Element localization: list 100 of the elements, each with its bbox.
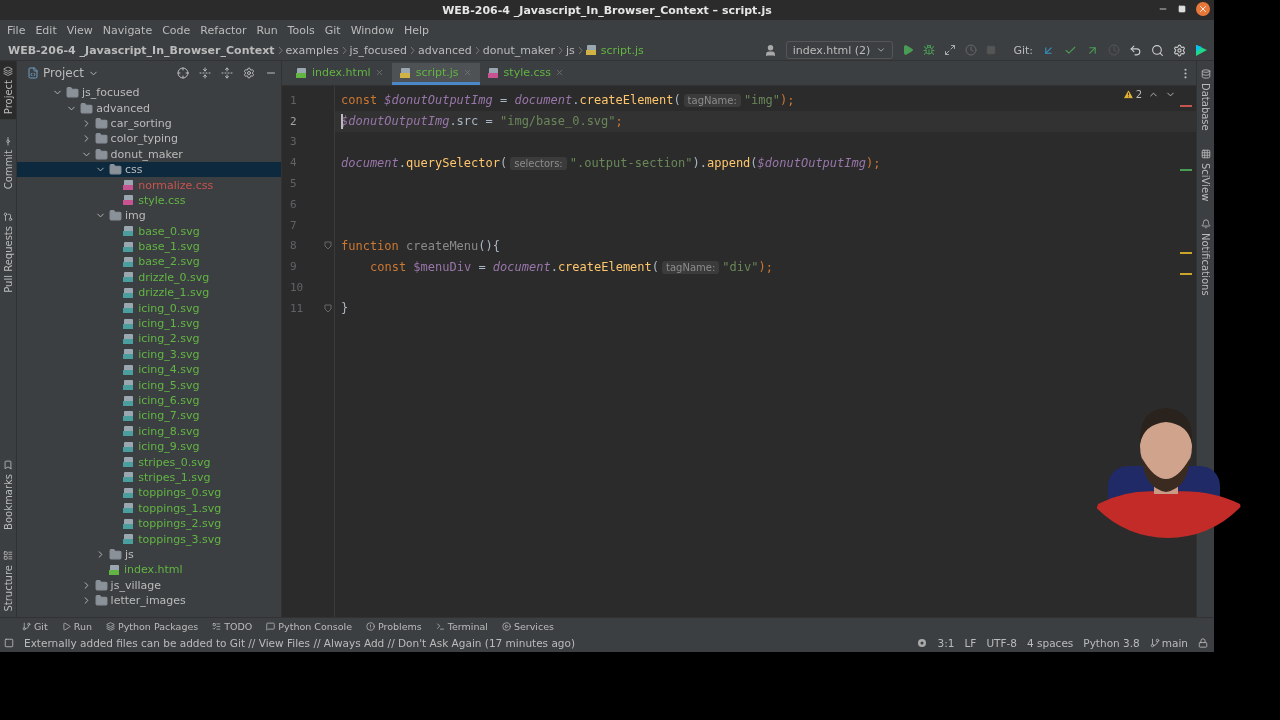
tree-item[interactable]: js_village	[17, 577, 281, 593]
menu-item[interactable]: Refactor	[195, 23, 252, 37]
tree-item[interactable]: css	[17, 161, 281, 178]
breadcrumb[interactable]: js_focused	[349, 43, 407, 57]
tool-window-tab[interactable]: Terminal	[435, 620, 488, 632]
fold-icon[interactable]	[324, 303, 332, 313]
chevron-down-icon[interactable]	[876, 45, 887, 55]
collapse-icon[interactable]	[199, 67, 211, 79]
tree-item[interactable]: icing_5.svg	[17, 377, 281, 393]
tree-item[interactable]: js_focused	[17, 85, 281, 101]
branch-widget[interactable]: main	[1149, 637, 1188, 649]
breadcrumb[interactable]: examples	[285, 43, 339, 57]
debug-icon[interactable]	[923, 44, 936, 56]
logo-icon[interactable]	[1195, 43, 1208, 57]
tool-window-tab[interactable]: Python Console	[266, 620, 352, 632]
tree-item[interactable]: car_sorting	[17, 115, 281, 132]
tree-item[interactable]: stripes_0.svg	[17, 454, 281, 470]
tree-item[interactable]: icing_0.svg	[17, 300, 281, 316]
settings-icon[interactable]	[243, 67, 255, 79]
rollback-icon[interactable]	[1129, 43, 1142, 57]
tool-window-tab[interactable]: Database	[1197, 65, 1214, 135]
gear-icon[interactable]	[915, 638, 928, 648]
tree-item[interactable]: icing_6.svg	[17, 392, 281, 409]
tool-window-tab[interactable]: Pull Requests	[0, 206, 16, 298]
menu-item[interactable]: Help	[399, 23, 435, 37]
tree-item[interactable]: js	[17, 546, 281, 563]
tree-item[interactable]: img	[17, 208, 281, 224]
menu-item[interactable]: Git	[319, 23, 346, 37]
fold-icon[interactable]	[324, 241, 332, 251]
tree-item[interactable]: donut_maker	[17, 146, 281, 162]
tool-window-tab[interactable]: Structure	[0, 546, 16, 617]
tool-window-tab[interactable]: Services	[501, 620, 554, 632]
tree-item[interactable]: toppings_1.svg	[17, 500, 281, 516]
breadcrumb[interactable]: script.js	[600, 43, 644, 57]
tree-item[interactable]: toppings_3.svg	[17, 531, 281, 547]
tree-item[interactable]: stripes_1.svg	[17, 469, 281, 486]
expand-icon[interactable]	[221, 67, 233, 79]
editor-tab[interactable]: index.html	[288, 63, 392, 85]
settings-icon[interactable]	[1173, 43, 1186, 57]
search-icon[interactable]	[1151, 43, 1164, 57]
status-item[interactable]: 4 spaces	[1027, 637, 1074, 649]
menu-item[interactable]: Navigate	[97, 23, 158, 37]
run-config-dropdown[interactable]: index.html (2)	[785, 41, 894, 59]
tree-item[interactable]: drizzle_0.svg	[17, 269, 281, 286]
tool-window-tab[interactable]: Notifications	[1197, 215, 1214, 300]
menu-item[interactable]: Edit	[30, 23, 62, 37]
editor-tab[interactable]: style.css	[479, 63, 572, 85]
notification-message[interactable]: Externally added files can be added to Git // View Files // Always Add // Don't Ask Again (17 minutes ago)	[24, 637, 906, 649]
run-icon[interactable]	[902, 44, 915, 56]
tree-item[interactable]: base_1.svg	[17, 238, 281, 255]
tree-item[interactable]: toppings_2.svg	[17, 515, 281, 532]
tool-window-tab[interactable]: Python Packages	[105, 620, 199, 632]
tree-item[interactable]: icing_4.svg	[17, 362, 281, 378]
tree-item[interactable]: color_typing	[17, 131, 281, 147]
lock-icon[interactable]	[1198, 638, 1208, 648]
breadcrumb[interactable]: js	[565, 43, 575, 57]
editor-tab[interactable]: script.js	[391, 63, 480, 85]
tree-item[interactable]: base_2.svg	[17, 254, 281, 270]
close-icon[interactable]	[374, 68, 384, 77]
tool-window-tab[interactable]: Problems	[366, 620, 422, 632]
tree-item[interactable]: base_0.svg	[17, 223, 281, 239]
tool-window-tab[interactable]: Git	[22, 620, 48, 632]
tree-item[interactable]: icing_3.svg	[17, 346, 281, 363]
tree-item[interactable]: icing_8.svg	[17, 423, 281, 439]
coverage-icon[interactable]	[944, 44, 957, 56]
tool-window-tab[interactable]: Project	[0, 61, 16, 120]
menu-item[interactable]: Run	[251, 23, 283, 37]
tool-window-tab[interactable]: Bookmarks	[0, 454, 16, 535]
close-icon[interactable]	[555, 68, 564, 77]
menu-item[interactable]: Window	[345, 23, 399, 37]
tree-item[interactable]: icing_7.svg	[17, 408, 281, 424]
menu-item[interactable]: File	[2, 23, 31, 37]
tree-item[interactable]: icing_9.svg	[17, 439, 281, 455]
tree-item[interactable]: icing_1.svg	[17, 315, 281, 332]
tree-item[interactable]: index.html	[17, 562, 281, 578]
tree-item[interactable]: style.css	[17, 192, 281, 209]
tree-item[interactable]: letter_images	[17, 592, 281, 609]
tree-item[interactable]: toppings_0.svg	[17, 485, 281, 501]
status-item[interactable]: LF	[964, 637, 977, 649]
breadcrumb[interactable]: advanced	[418, 43, 472, 57]
panel-title[interactable]: Project	[43, 66, 85, 80]
tool-window-tab[interactable]: TODO	[212, 620, 253, 632]
panel-toggle-icon[interactable]	[4, 638, 14, 648]
tree-item[interactable]: icing_2.svg	[17, 331, 281, 347]
user-icon[interactable]	[763, 43, 777, 57]
menu-item[interactable]: Code	[157, 23, 196, 37]
status-item[interactable]: Python 3.8	[1083, 637, 1140, 649]
tool-window-tab[interactable]: Commit	[0, 131, 16, 195]
maximize-icon[interactable]	[1178, 5, 1186, 13]
status-item[interactable]: UTF-8	[986, 637, 1017, 649]
breadcrumb[interactable]: donut_maker	[482, 43, 555, 57]
tree-item[interactable]: advanced	[17, 100, 281, 116]
locate-icon[interactable]	[177, 67, 189, 79]
tool-window-tab[interactable]: Run	[61, 620, 92, 632]
status-item[interactable]: 3:1	[937, 637, 955, 649]
breadcrumb[interactable]: WEB-206-4 _Javascript_In_Browser_Context	[8, 43, 275, 57]
tree-item[interactable]: drizzle_1.svg	[17, 285, 281, 301]
tool-window-tab[interactable]: SciView	[1197, 144, 1214, 206]
menu-item[interactable]: Tools	[282, 23, 320, 37]
menu-item[interactable]: View	[61, 23, 98, 37]
